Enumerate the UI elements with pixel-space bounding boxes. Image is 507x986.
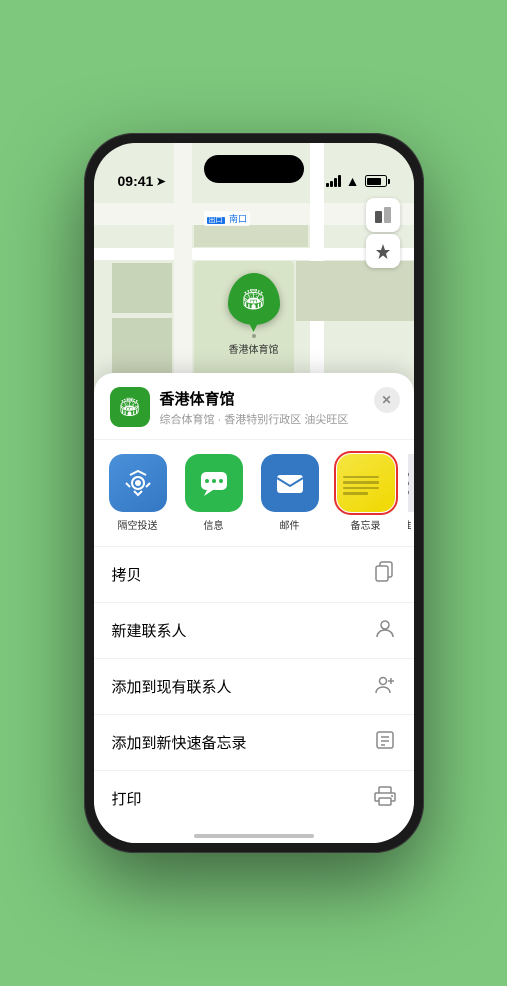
location-button[interactable] (366, 234, 400, 268)
print-icon (374, 785, 396, 812)
messages-icon (185, 454, 243, 512)
location-name: 香港体育馆 (160, 388, 398, 409)
pin-label: 香港体育馆 (229, 341, 279, 356)
share-item-airdrop[interactable]: 隔空投送 (104, 454, 172, 532)
notes-icon (337, 454, 395, 512)
map-type-button[interactable] (366, 198, 400, 232)
close-button[interactable]: ✕ (374, 387, 400, 413)
action-add-notes[interactable]: 添加到新快速备忘录 (94, 715, 414, 771)
location-arrow-icon: ➤ (156, 175, 165, 188)
messages-label: 信息 (204, 517, 224, 532)
add-notes-label: 添加到新快速备忘录 (112, 732, 247, 753)
share-item-mail[interactable]: 邮件 (256, 454, 324, 532)
dynamic-island (204, 155, 304, 183)
copy-icon (374, 561, 396, 588)
share-item-notes[interactable]: 备忘录 (332, 454, 400, 532)
bottom-sheet: 🏟 香港体育馆 综合体育馆 · 香港特别行政区 油尖旺区 ✕ (94, 373, 414, 843)
signal-icon (326, 175, 341, 187)
add-existing-label: 添加到现有联系人 (112, 676, 232, 697)
map-label: 出口 南口 (204, 211, 251, 226)
map-pin: 🏟 香港体育馆 (228, 273, 280, 356)
airdrop-label: 隔空投送 (118, 517, 158, 532)
home-indicator (194, 834, 314, 838)
status-time: 09:41 (118, 173, 154, 189)
mail-label: 邮件 (280, 517, 300, 532)
share-item-messages[interactable]: 信息 (180, 454, 248, 532)
location-header: 🏟 香港体育馆 综合体育馆 · 香港特别行政区 油尖旺区 ✕ (94, 373, 414, 440)
status-icons: ▲ (326, 173, 390, 189)
action-add-existing[interactable]: 添加到现有联系人 (94, 659, 414, 715)
action-copy[interactable]: 拷贝 (94, 547, 414, 603)
share-item-more-partial[interactable]: 推 (408, 454, 414, 532)
person-icon (374, 617, 396, 644)
map-controls (366, 198, 400, 268)
print-label: 打印 (112, 788, 142, 809)
mail-icon (261, 454, 319, 512)
wifi-icon: ▲ (346, 173, 360, 189)
new-contact-label: 新建联系人 (112, 620, 187, 641)
location-desc: 综合体育馆 · 香港特别行政区 油尖旺区 (160, 411, 398, 427)
action-new-contact[interactable]: 新建联系人 (94, 603, 414, 659)
share-row: 隔空投送 信息 (94, 440, 414, 547)
copy-label: 拷贝 (112, 564, 142, 585)
quick-notes-icon (374, 729, 396, 756)
action-print[interactable]: 打印 (94, 771, 414, 826)
battery-icon (365, 175, 390, 187)
phone-screen: 09:41 ➤ ▲ (94, 143, 414, 843)
more-partial-label: 推 (408, 517, 412, 532)
location-icon: 🏟 (110, 387, 150, 427)
person-add-icon (374, 673, 396, 700)
location-info: 香港体育馆 综合体育馆 · 香港特别行政区 油尖旺区 (160, 388, 398, 427)
airdrop-icon (109, 454, 167, 512)
stadium-icon: 🏟 (241, 287, 266, 312)
phone-frame: 09:41 ➤ ▲ (84, 133, 424, 853)
notes-label: 备忘录 (351, 517, 381, 532)
